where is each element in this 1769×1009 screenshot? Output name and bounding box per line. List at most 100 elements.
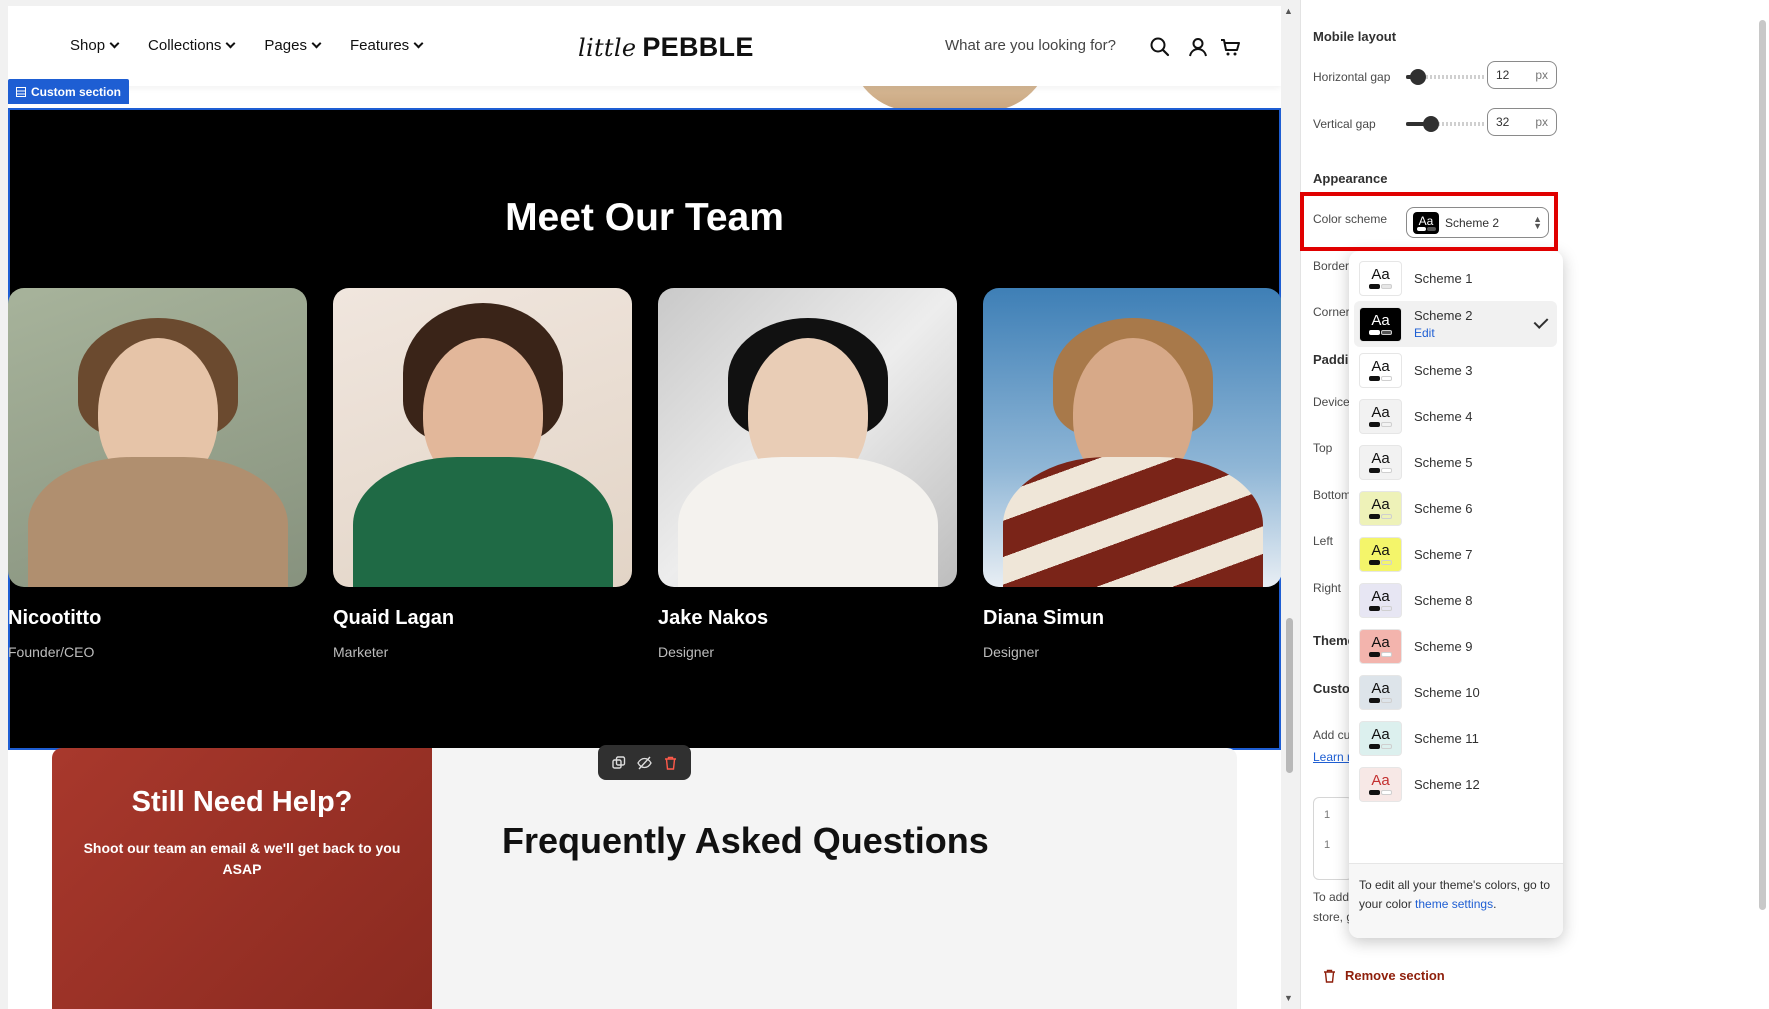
swatch-bar xyxy=(1369,651,1380,657)
dropdown-footer: To edit all your theme's colors, go to y… xyxy=(1349,863,1563,938)
team-card: Diana Simun Designer xyxy=(983,288,1281,660)
search-icon[interactable] xyxy=(1149,36,1171,58)
member-name: Quaid Lagan xyxy=(333,607,455,629)
nav-shop[interactable]: Shop xyxy=(70,37,120,54)
scheme-option[interactable]: Aa Scheme 10 xyxy=(1354,669,1557,715)
line-number: 1 xyxy=(1324,839,1331,851)
horizontal-gap-label: Horizontal gap xyxy=(1313,70,1391,84)
scheme-option[interactable]: Aa Scheme 11 xyxy=(1354,715,1557,761)
edit-scheme-link[interactable]: Edit xyxy=(1414,326,1473,340)
device-label: Device xyxy=(1313,395,1350,409)
scheme-option[interactable]: Aa Scheme 2 Edit xyxy=(1354,301,1557,347)
help-title: Still Need Help? xyxy=(131,786,353,818)
hide-icon[interactable] xyxy=(636,755,652,771)
scheme-option[interactable]: Aa Scheme 7 xyxy=(1354,531,1557,577)
search-input[interactable]: What are you looking for? xyxy=(945,37,1116,54)
theme-settings-link[interactable]: theme settings xyxy=(1415,897,1493,911)
chevron-down-icon xyxy=(109,38,120,49)
preview-scroll-thumb[interactable] xyxy=(1286,618,1293,773)
scheme-option[interactable]: Aa Scheme 3 xyxy=(1354,347,1557,393)
unit-label: px xyxy=(1535,68,1548,82)
member-photo xyxy=(333,288,632,587)
scheme-label-group: Scheme 9 xyxy=(1414,639,1473,654)
scheme-option[interactable]: Aa Scheme 9 xyxy=(1354,623,1557,669)
main-nav: Shop Collections Pages Features xyxy=(70,37,424,54)
scheme-label: Scheme 1 xyxy=(1414,270,1473,286)
member-photo xyxy=(983,288,1281,587)
bottom-label: Bottom xyxy=(1313,488,1352,502)
scheme-option[interactable]: Aa Scheme 6 xyxy=(1354,485,1557,531)
horizontal-gap-input[interactable]: 12 px xyxy=(1487,61,1557,89)
scheme-label: Scheme 12 xyxy=(1414,776,1480,792)
nav-pages[interactable]: Pages xyxy=(264,37,322,54)
learn-more-link[interactable]: Learn r xyxy=(1313,750,1351,764)
scheme-label-group: Scheme 8 xyxy=(1414,593,1473,608)
scheme-option[interactable]: Aa Scheme 12 xyxy=(1354,761,1557,807)
section-tag[interactable]: Custom section xyxy=(8,79,130,104)
slider-knob[interactable] xyxy=(1422,116,1439,132)
section-tag-label: Custom section xyxy=(31,84,122,99)
horizontal-gap-slider[interactable] xyxy=(1406,69,1484,85)
panel-scrollbar[interactable] xyxy=(1756,0,1769,1009)
scheme-label: Scheme 6 xyxy=(1414,500,1473,516)
logo-text: PEBBLE xyxy=(642,32,754,62)
member-role: Marketer xyxy=(333,644,389,660)
scheme-label: Scheme 4 xyxy=(1414,408,1473,424)
scheme-swatch: Aa xyxy=(1359,536,1402,572)
swatch-bar xyxy=(1381,559,1392,565)
scheme-label: Scheme 11 xyxy=(1414,730,1479,746)
scroll-down-arrow[interactable]: ▼ xyxy=(1284,993,1293,1003)
team-section[interactable]: Meet Our Team Nicootitto Founder/CEO Qua… xyxy=(8,108,1281,750)
scheme-swatch: Aa xyxy=(1359,398,1402,434)
account-icon[interactable] xyxy=(1187,36,1209,58)
custom-css-editor[interactable]: 11 xyxy=(1313,797,1353,880)
scheme-label-group: Scheme 11 xyxy=(1414,731,1479,746)
cart-icon[interactable] xyxy=(1219,36,1241,58)
swatch-aa: Aa xyxy=(1371,587,1390,605)
mobile-layout-heading: Mobile layout xyxy=(1313,29,1397,44)
scheme-option[interactable]: Aa Scheme 5 xyxy=(1354,439,1557,485)
swatch-bar xyxy=(1381,605,1392,611)
scheme-label: Scheme 7 xyxy=(1414,546,1473,562)
scheme-option[interactable]: Aa Scheme 1 xyxy=(1354,255,1557,301)
checkmark-icon xyxy=(1533,314,1549,329)
member-role: Designer xyxy=(983,644,1040,660)
chevron-down-icon xyxy=(311,38,322,49)
photo-shirt xyxy=(1002,457,1263,587)
scheme-label-group: Scheme 2 Edit xyxy=(1414,308,1473,340)
swatch-aa: Aa xyxy=(1371,541,1390,559)
swatch-aa: Aa xyxy=(1371,771,1390,789)
nav-shop-label: Shop xyxy=(70,37,106,54)
section-icon xyxy=(16,86,26,97)
scheme-label-group: Scheme 7 xyxy=(1414,547,1473,562)
store-header: Shop Collections Pages Features little PE… xyxy=(8,6,1281,86)
store-logo[interactable]: little PEBBLE xyxy=(578,32,754,63)
scheme-label-group: Scheme 5 xyxy=(1414,455,1473,470)
swatch-bar xyxy=(1381,329,1392,335)
slider-knob[interactable] xyxy=(1409,69,1426,85)
swatch-aa: Aa xyxy=(1371,311,1390,329)
scheme-option[interactable]: Aa Scheme 4 xyxy=(1354,393,1557,439)
scheme-label: Scheme 10 xyxy=(1414,684,1480,700)
panel-scroll-thumb[interactable] xyxy=(1759,20,1766,910)
swatch-bar xyxy=(1381,375,1392,381)
swatch-aa: Aa xyxy=(1371,403,1390,421)
vertical-gap-input[interactable]: 32 px xyxy=(1487,108,1557,136)
scheme-swatch: Aa xyxy=(1359,260,1402,296)
nav-features[interactable]: Features xyxy=(350,37,424,54)
storefront-frame: Shop Collections Pages Features little PE… xyxy=(8,6,1281,1009)
remove-section-button[interactable]: Remove section xyxy=(1323,968,1445,983)
scheme-option[interactable]: Aa Scheme 8 xyxy=(1354,577,1557,623)
add-custom-text: Add cu xyxy=(1313,728,1351,742)
preview-scrollbar[interactable]: ▲ ▼ xyxy=(1283,6,1296,1009)
nav-collections[interactable]: Collections xyxy=(148,37,236,54)
team-card: Jake Nakos Designer xyxy=(658,288,957,660)
vertical-gap-slider[interactable] xyxy=(1406,116,1484,132)
store-text: store, g xyxy=(1313,910,1354,924)
scheme-swatch: Aa xyxy=(1359,582,1402,618)
faq-title: Frequently Asked Questions xyxy=(502,820,989,861)
delete-icon[interactable] xyxy=(662,755,678,771)
duplicate-icon[interactable] xyxy=(611,755,627,771)
swatch-bar xyxy=(1369,513,1380,519)
scroll-up-arrow[interactable]: ▲ xyxy=(1284,6,1293,16)
